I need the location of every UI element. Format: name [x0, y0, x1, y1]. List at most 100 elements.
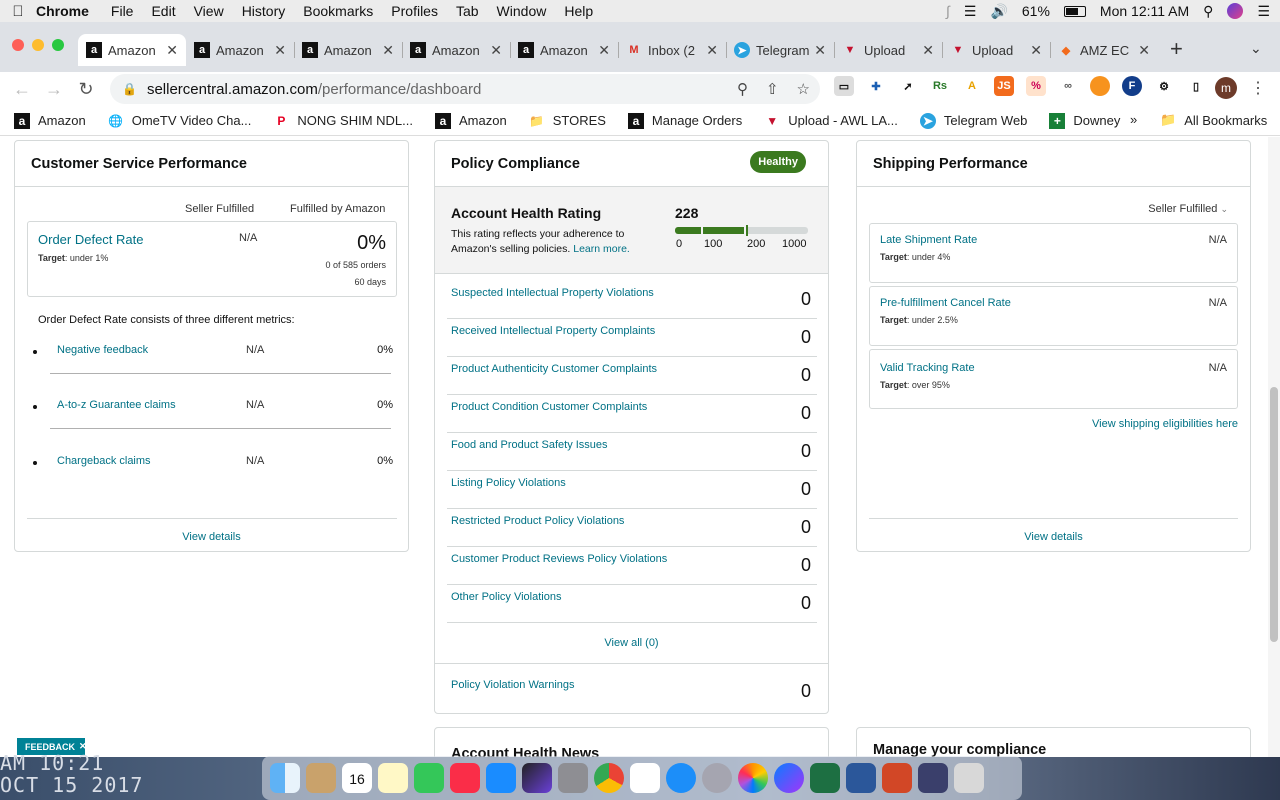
siri-icon[interactable]: [1227, 3, 1244, 19]
bookmark-manage-orders[interactable]: a Manage Orders: [627, 112, 742, 129]
extension-tag-icon[interactable]: A: [962, 76, 982, 96]
app-store-icon[interactable]: [486, 763, 516, 793]
bookmark-star-icon[interactable]: ☆: [797, 80, 810, 98]
extension-orange-icon[interactable]: [1090, 76, 1110, 96]
close-tab-icon[interactable]: ✕: [598, 42, 610, 59]
battery-icon[interactable]: [1063, 5, 1086, 17]
siri-dock-icon[interactable]: [522, 763, 552, 793]
forward-button[interactable]: →: [38, 79, 70, 100]
learn-more-link[interactable]: Learn more.: [573, 243, 630, 255]
menu-view[interactable]: View: [194, 3, 224, 19]
music-icon[interactable]: [450, 763, 480, 793]
zoom-window-button[interactable]: [52, 39, 64, 51]
menu-profiles[interactable]: Profiles: [391, 3, 438, 19]
tab-upload-1[interactable]: ▼ Upload ✕: [834, 34, 942, 66]
profile-avatar[interactable]: m: [1215, 77, 1237, 99]
bookmarks-overflow-button[interactable]: »: [1130, 112, 1137, 127]
bookmark-amazon-2[interactable]: a Amazon: [435, 112, 507, 129]
tab-amazon-5[interactable]: a Amazon ✕: [510, 34, 618, 66]
close-tab-icon[interactable]: ✕: [490, 42, 502, 59]
policy-link[interactable]: Suspected Intellectual Property Violatio…: [451, 287, 654, 299]
policy-violation-warnings-link[interactable]: Policy Violation Warnings: [451, 679, 575, 691]
late-shipment-link[interactable]: Late Shipment Rate: [880, 234, 977, 246]
photos-icon[interactable]: [738, 763, 768, 793]
extensions-puzzle-icon[interactable]: ⚙: [1154, 76, 1174, 96]
extension-link-icon[interactable]: ∞: [1058, 76, 1078, 96]
chrome-icon[interactable]: [594, 763, 624, 793]
extension-crosshair-icon[interactable]: ✚: [866, 76, 886, 96]
excel-icon[interactable]: [810, 763, 840, 793]
close-tab-icon[interactable]: ✕: [1030, 42, 1042, 59]
tab-search-chevron-icon[interactable]: ⌄: [1250, 40, 1262, 57]
scrollbar-thumb[interactable]: [1270, 387, 1278, 642]
cs-view-details-link[interactable]: View details: [15, 531, 408, 543]
bookmark-ometv[interactable]: 🌐 OmeTV Video Cha...: [108, 113, 251, 129]
tab-upload-2[interactable]: ▼ Upload ✕: [942, 34, 1050, 66]
close-tab-icon[interactable]: ✕: [814, 42, 826, 59]
shipping-eligibilities-link[interactable]: View shipping eligibilities here: [1092, 418, 1238, 430]
reload-button[interactable]: ↻: [70, 79, 102, 100]
view-all-link[interactable]: View all (0): [435, 637, 828, 649]
menu-history[interactable]: History: [242, 3, 286, 19]
bookmark-amazon[interactable]: a Amazon: [14, 112, 86, 129]
all-bookmarks-button[interactable]: 📁 All Bookmarks: [1160, 112, 1267, 128]
policy-link[interactable]: Food and Product Safety Issues: [451, 439, 608, 451]
menu-file[interactable]: File: [111, 3, 134, 19]
close-tab-icon[interactable]: ✕: [274, 42, 286, 59]
notes-icon[interactable]: [378, 763, 408, 793]
tab-telegram[interactable]: ➤ Telegram ✕: [726, 34, 834, 66]
apple-icon[interactable]: : [0, 3, 36, 20]
policy-link[interactable]: Product Condition Customer Complaints: [451, 401, 647, 413]
policy-link[interactable]: Restricted Product Policy Violations: [451, 515, 624, 527]
system-preferences-icon[interactable]: [558, 763, 588, 793]
bookmark-downey[interactable]: + Downey: [1049, 112, 1120, 129]
safari-icon[interactable]: [666, 763, 696, 793]
page-scrollbar[interactable]: [1268, 137, 1280, 757]
extension-off-icon[interactable]: ▭: [834, 76, 854, 96]
close-tab-icon[interactable]: ✕: [166, 42, 178, 59]
shipping-view-details-link[interactable]: View details: [857, 531, 1250, 543]
calendar-icon[interactable]: 16: [342, 763, 372, 793]
close-tab-icon[interactable]: ✕: [1138, 42, 1150, 59]
close-tab-icon[interactable]: ✕: [382, 42, 394, 59]
menu-window[interactable]: Window: [497, 3, 547, 19]
lock-icon[interactable]: 🔒: [122, 82, 137, 96]
tab-amazon-2[interactable]: a Amazon ✕: [186, 34, 294, 66]
tab-amazon-1[interactable]: a Amazon ✕: [78, 34, 186, 66]
share-icon[interactable]: ⇧: [766, 80, 779, 98]
menu-bookmarks[interactable]: Bookmarks: [303, 3, 373, 19]
odr-link[interactable]: Order Defect Rate: [38, 232, 144, 247]
facetime-icon[interactable]: [414, 763, 444, 793]
atoz-claims-link[interactable]: A-to-z Guarantee claims: [57, 399, 176, 411]
bookmark-nong-shim[interactable]: P NONG SHIM NDL...: [273, 113, 413, 129]
spotlight-icon[interactable]: ⚲: [1203, 3, 1213, 20]
prefulfillment-cancel-link[interactable]: Pre-fulfillment Cancel Rate: [880, 297, 1011, 309]
screen-thumbnail-icon[interactable]: [918, 763, 948, 793]
policy-link[interactable]: Customer Product Reviews Policy Violatio…: [451, 553, 667, 565]
shipping-filter-dropdown[interactable]: Seller Fulfilled ⌄: [1148, 203, 1228, 215]
extension-deal-icon[interactable]: %: [1026, 76, 1046, 96]
close-tab-icon[interactable]: ✕: [706, 42, 718, 59]
menu-tab[interactable]: Tab: [456, 3, 479, 19]
chrome-menu-icon[interactable]: ⋮: [1250, 78, 1266, 98]
extension-f-icon[interactable]: F: [1122, 76, 1142, 96]
negative-feedback-link[interactable]: Negative feedback: [57, 344, 148, 356]
zoom-icon[interactable]: ⚲: [737, 80, 748, 98]
tab-gmail[interactable]: M Inbox (2 ✕: [618, 34, 726, 66]
policy-link[interactable]: Received Intellectual Property Complaint…: [451, 325, 655, 337]
back-button[interactable]: ←: [6, 79, 38, 100]
menubar-clock[interactable]: Mon 12:11 AM: [1100, 3, 1189, 19]
reminders-icon[interactable]: [630, 763, 660, 793]
control-center-icon[interactable]: ☰: [1257, 3, 1270, 20]
close-window-button[interactable]: [12, 39, 24, 51]
extension-js-icon[interactable]: JS: [994, 76, 1014, 96]
bookmark-upload-awl[interactable]: ▼ Upload - AWL LA...: [764, 113, 898, 129]
messenger-icon[interactable]: [774, 763, 804, 793]
finder-icon[interactable]: [270, 763, 300, 793]
valid-tracking-link[interactable]: Valid Tracking Rate: [880, 362, 975, 374]
address-bar[interactable]: 🔒 sellercentral.amazon.com/performance/d…: [110, 74, 820, 104]
menu-help[interactable]: Help: [564, 3, 593, 19]
menu-chrome[interactable]: Chrome: [36, 3, 89, 19]
policy-link[interactable]: Product Authenticity Customer Complaints: [451, 363, 657, 375]
tab-amz-ec[interactable]: ◆ AMZ EC ✕: [1050, 34, 1158, 66]
